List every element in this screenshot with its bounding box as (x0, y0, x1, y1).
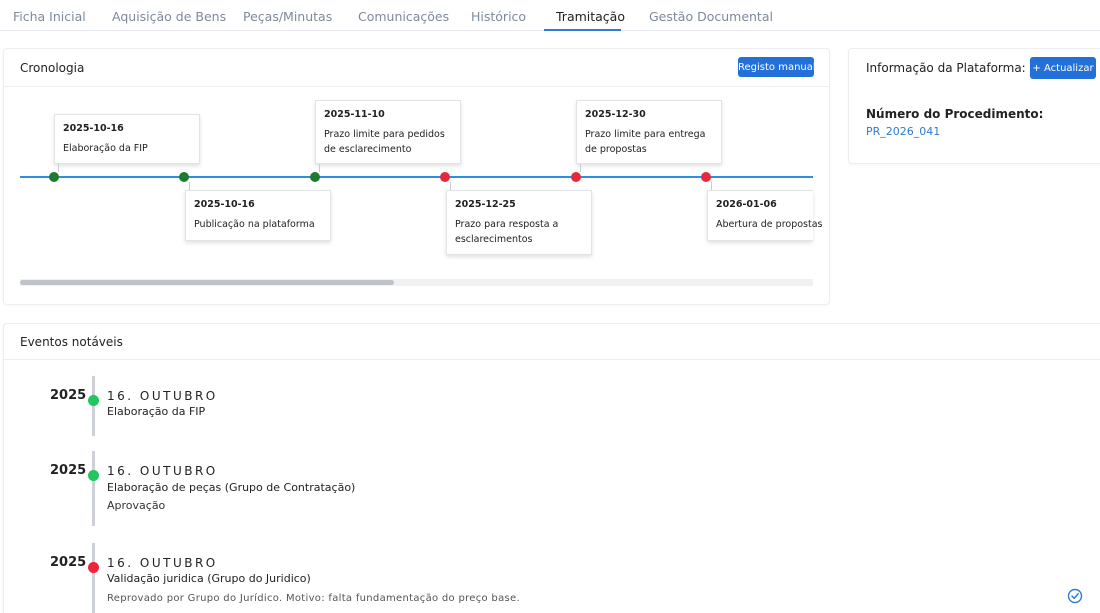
timeline-event-label: Elaboração da FIP (63, 143, 148, 154)
event-day: 16. OUTUBRO (107, 464, 218, 478)
timeline-event-date: 2025-11-10 (324, 109, 385, 120)
timeline-event-label: Prazo limite para pedidos de esclarecime… (324, 129, 445, 155)
tab-comunicacoes[interactable]: Comunicações (358, 9, 449, 24)
tab-ficha-inicial[interactable]: Ficha Inicial (13, 9, 86, 24)
active-tab-indicator (544, 29, 621, 31)
timeline-event-date: 2025-10-16 (194, 199, 255, 210)
tab-gestao-documental[interactable]: Gestão Documental (649, 9, 773, 24)
timeline-scrollbar-thumb[interactable] (20, 280, 394, 285)
timeline-event-card: 2025-12-30 Prazo limite para entrega de … (576, 100, 722, 164)
timeline-dot[interactable] (49, 172, 59, 182)
timeline-axis (20, 176, 813, 178)
event-year: 2025 (50, 388, 87, 403)
timeline-event-date: 2025-12-25 (455, 199, 516, 210)
cronologia-title: Cronologia (20, 61, 85, 75)
timeline-event-card: 2025-10-16 Elaboração da FIP (54, 114, 200, 164)
timeline-event-date: 2025-10-16 (63, 123, 124, 134)
event-day: 16. OUTUBRO (107, 556, 218, 570)
platform-info-title: Informação da Plataforma: (866, 61, 1026, 75)
event-title: Elaboração da FIP (107, 405, 206, 418)
timeline-connector (580, 164, 581, 172)
event-timeline-line (92, 543, 95, 613)
notable-events-title: Eventos notáveis (20, 335, 123, 349)
event-status-dot (88, 562, 99, 573)
timeline-event-label: Publicação na plataforma (194, 219, 315, 230)
event-title: Validação juridica (Grupo do Juridico) (107, 572, 311, 585)
timeline-connector (450, 182, 451, 190)
timeline-event-label: Prazo para resposta a esclarecimentos (455, 219, 559, 245)
timeline-event-card: 2025-10-16 Publicação na plataforma (185, 190, 331, 241)
timeline-dot[interactable] (179, 172, 189, 182)
timeline-event-date: 2026-01-06 (716, 199, 777, 210)
check-circle-icon[interactable] (1067, 588, 1083, 604)
event-year: 2025 (50, 463, 87, 478)
event-title: Elaboração de peças (Grupo de Contrataçã… (107, 481, 356, 494)
notable-events-header: Eventos notáveis (4, 324, 1100, 360)
timeline-dot[interactable] (701, 172, 711, 182)
event-timeline-line (92, 376, 95, 436)
tab-bar: Ficha Inicial Aquisição de Bens Peças/Mi… (0, 0, 1100, 31)
timeline-dot[interactable] (440, 172, 450, 182)
timeline-connector (58, 164, 59, 172)
event-year: 2025 (50, 555, 87, 570)
timeline-event-label: Prazo limite para entrega de propostas (585, 129, 706, 155)
tab-aquisicao-de-bens[interactable]: Aquisição de Bens (112, 9, 226, 24)
actualizar-button[interactable]: + Actualizar (1030, 57, 1096, 79)
event-day: 16. OUTUBRO (107, 389, 218, 403)
procedure-number-label: Número do Procedimento: (866, 107, 1044, 121)
timeline-event-card: 2025-11-10 Prazo limite para pedidos de … (315, 100, 461, 164)
event-timeline-line (92, 451, 95, 526)
event-note: Aprovação (107, 499, 166, 512)
timeline-dot[interactable] (571, 172, 581, 182)
timeline-connector (711, 182, 712, 190)
timeline-connector (189, 182, 190, 190)
procedure-number-value: PR_2026_041 (866, 125, 941, 138)
event-note: Reprovado por Grupo do Jurídico. Motivo:… (107, 593, 520, 604)
timeline-event-card: 2026-01-06 Abertura de propostas (707, 190, 823, 241)
event-status-dot (88, 395, 99, 406)
tab-pecas-minutas[interactable]: Peças/Minutas (243, 9, 332, 24)
timeline-connector (319, 164, 320, 172)
platform-info-card: Informação da Plataforma: + Actualizar N… (848, 48, 1100, 164)
platform-info-header: Informação da Plataforma: + Actualizar (849, 49, 1100, 87)
timeline-event-card: 2025-12-25 Prazo para resposta a esclare… (446, 190, 592, 255)
registo-manual-button[interactable]: Registo manual (738, 57, 816, 77)
timeline-event-date: 2025-12-30 (585, 109, 646, 120)
event-status-dot (88, 470, 99, 481)
timeline-event-label: Abertura de propostas (716, 219, 823, 230)
timeline-dot[interactable] (310, 172, 320, 182)
tab-historico[interactable]: Histórico (471, 9, 526, 24)
cronologia-header: Cronologia Registo manual (4, 49, 829, 87)
tab-tramitacao[interactable]: Tramitação (556, 9, 625, 24)
